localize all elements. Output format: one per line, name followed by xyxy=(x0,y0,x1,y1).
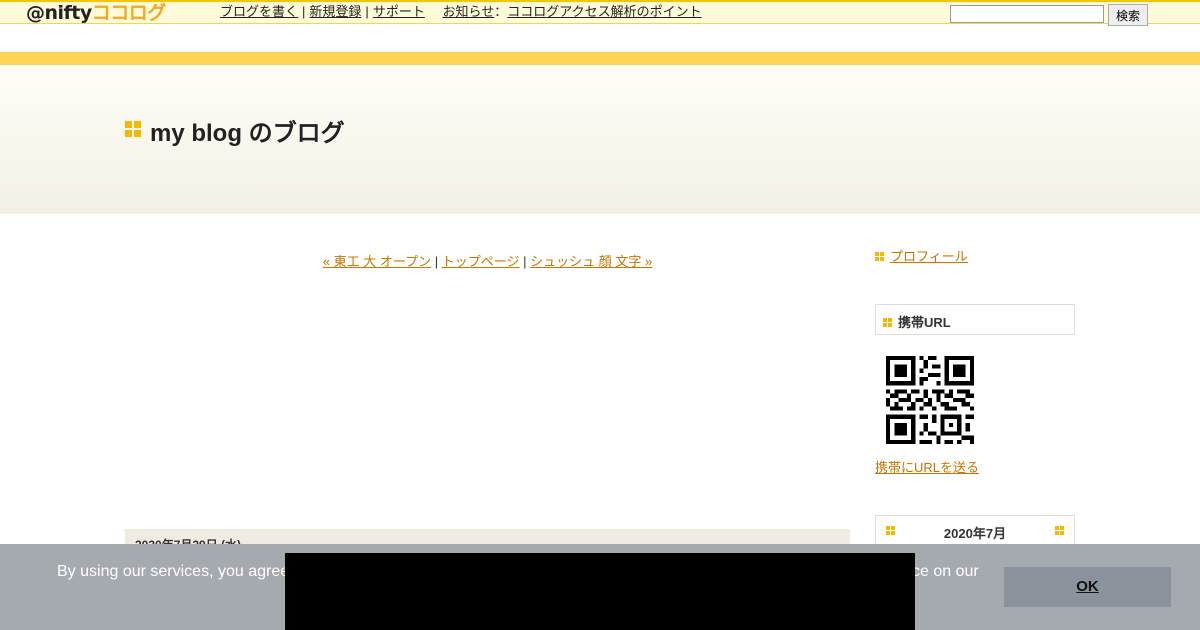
notice-separator: ： xyxy=(494,4,508,19)
profile-link[interactable]: プロフィール xyxy=(890,249,968,264)
header-stripe xyxy=(0,52,1200,65)
mobile-url-title: 携帯URL xyxy=(898,315,951,330)
nav-divider: | xyxy=(365,4,369,19)
signup-link[interactable]: 新規登録 xyxy=(309,4,361,19)
search-button[interactable]: 検索 xyxy=(1108,4,1148,26)
qr-code-icon xyxy=(886,356,974,444)
send-url-to-mobile-link[interactable]: 携帯にURLを送る xyxy=(875,457,979,476)
next-entry-link[interactable]: シュッシュ 顔 文字 » xyxy=(530,254,652,269)
nifty-topbar: @niftyココログ ブログを書く | 新規登録 | サポート お知らせ：ココログアクセ… xyxy=(0,0,1200,26)
video-ad-overlay[interactable] xyxy=(285,553,915,630)
calendar-header: 2020年7月 xyxy=(875,515,1075,546)
cookie-message-tail: ce on our xyxy=(912,563,979,580)
mobile-url-header: 携帯URL xyxy=(875,304,1075,335)
cookie-message: By using our services, you agree xyxy=(57,563,290,580)
calendar-title: 2020年7月 xyxy=(943,526,1007,541)
squares-icon xyxy=(125,121,141,137)
cocolog-logo[interactable]: @niftyココログ xyxy=(26,3,166,23)
squares-icon xyxy=(886,526,895,535)
nav-separator: | xyxy=(523,254,527,269)
logo-prefix: @nifty xyxy=(26,2,92,24)
nav-separator: | xyxy=(434,254,439,269)
search-input[interactable] xyxy=(950,5,1104,23)
cookie-ok-button[interactable]: OK xyxy=(1004,567,1171,607)
nav-divider: | xyxy=(302,4,306,19)
entry-navigation: « 東工 大 オープン | トップページ | シュッシュ 顔 文字 » xyxy=(125,251,850,270)
write-blog-link[interactable]: ブログを書く xyxy=(220,4,298,19)
logo-suffix: ココログ xyxy=(91,2,167,24)
squares-icon xyxy=(1055,526,1064,535)
sidebar-profile: プロフィール xyxy=(875,246,968,265)
notice-link[interactable]: お知らせ xyxy=(442,4,494,19)
access-analysis-link[interactable]: ココログアクセス解析のポイント xyxy=(507,4,701,19)
squares-icon xyxy=(883,318,892,327)
prev-entry-link[interactable]: « 東工 大 オープン xyxy=(323,254,431,269)
top-navigation: ブログを書く | 新規登録 | サポート お知らせ：ココログアクセス解析のポイント xyxy=(220,3,702,21)
squares-icon xyxy=(875,252,884,261)
top-page-link[interactable]: トップページ xyxy=(442,254,520,269)
support-link[interactable]: サポート xyxy=(373,4,425,19)
blog-title[interactable]: my blog のブログ xyxy=(150,113,345,148)
